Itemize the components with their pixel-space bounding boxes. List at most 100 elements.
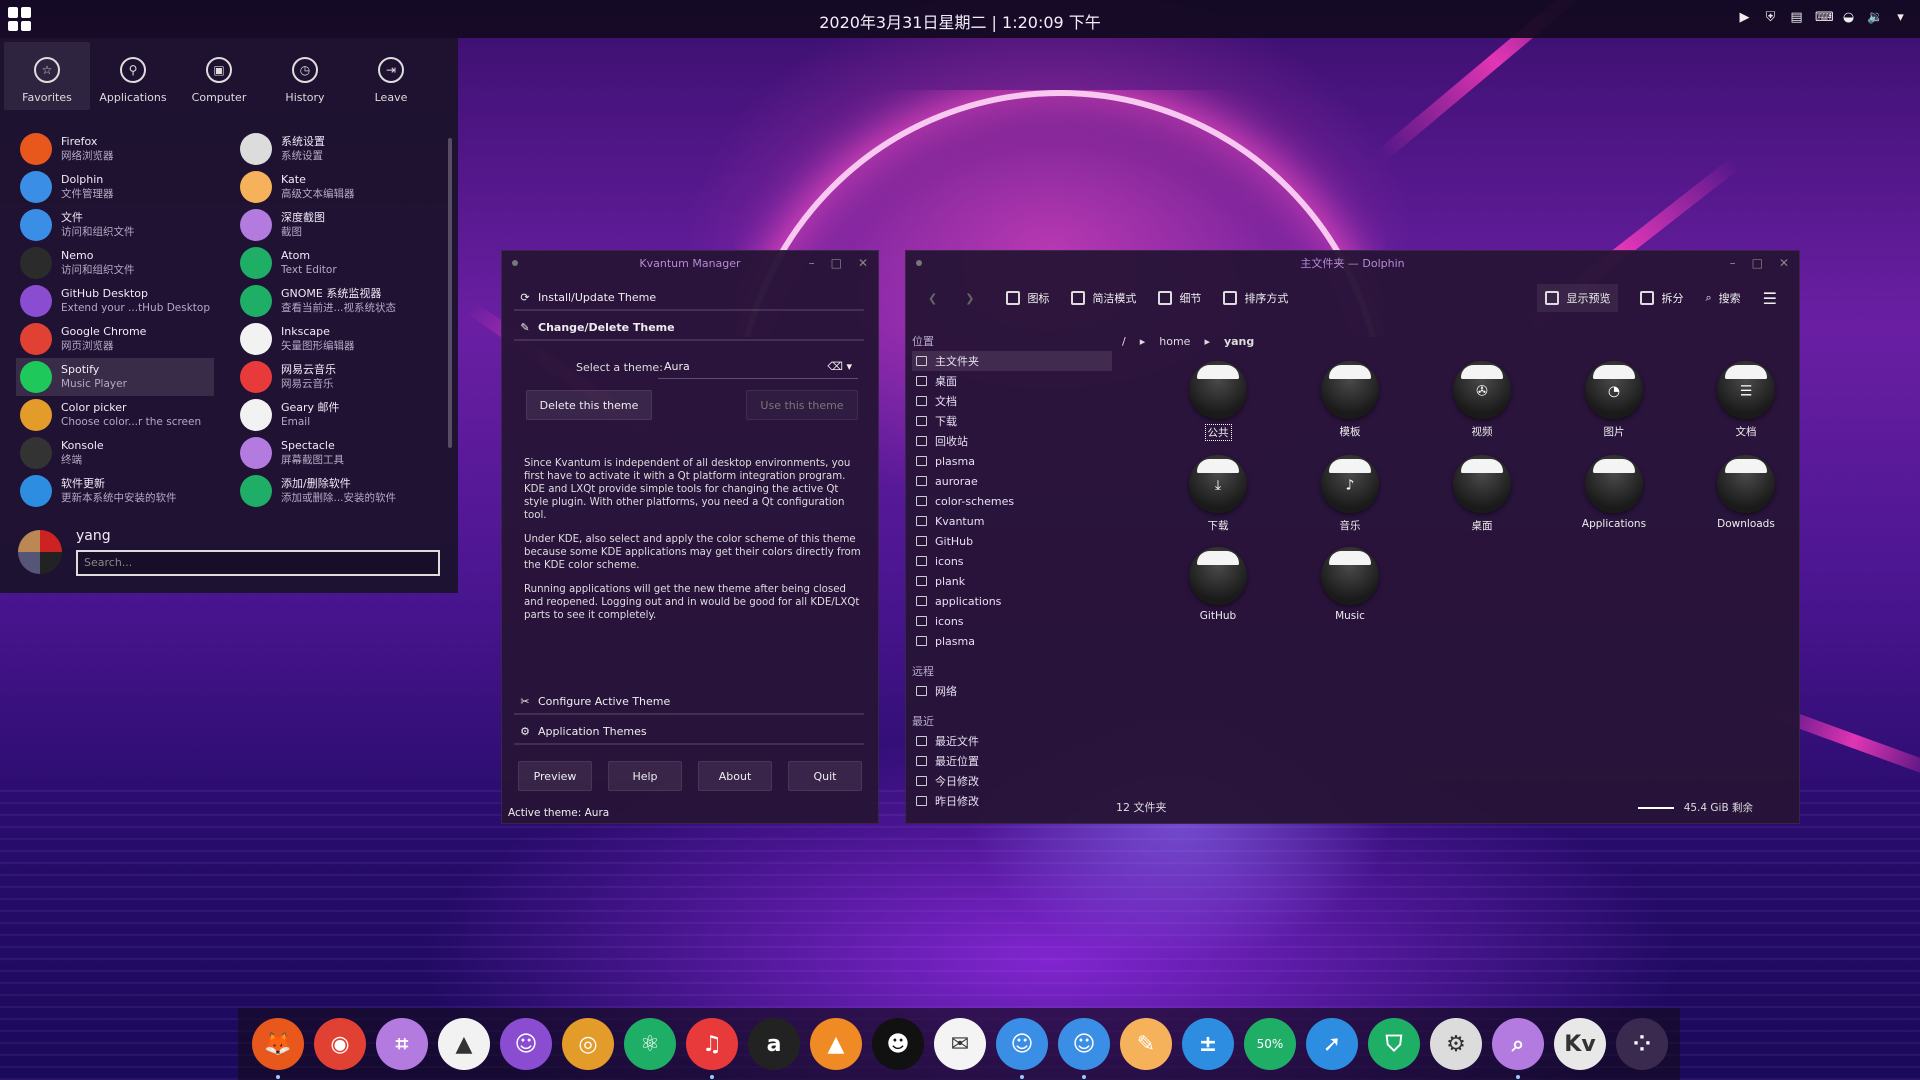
keyboard-icon[interactable]: ⌨ — [1815, 10, 1834, 25]
place-item[interactable]: 最近文件 — [912, 731, 1112, 751]
file-item[interactable]: ♪ 音乐 — [1284, 455, 1416, 533]
shield-icon[interactable]: ⛨ — [1763, 10, 1778, 25]
preview-button[interactable]: Preview — [518, 761, 592, 791]
file-item[interactable]: ✇ 视频 — [1416, 361, 1548, 441]
file-item[interactable]: GitHub — [1152, 547, 1284, 622]
tab-history[interactable]: ◷ History — [262, 42, 348, 110]
place-item[interactable]: 主文件夹 — [912, 351, 1112, 371]
app-item[interactable]: Kate 高级文本编辑器 — [236, 168, 446, 206]
app-item[interactable]: 文件 访问和组织文件 — [16, 206, 214, 244]
app-item[interactable]: 软件更新 更新本系统中安装的软件 — [16, 472, 214, 510]
network-icon[interactable]: ◒ — [1841, 10, 1856, 25]
maximize-icon[interactable]: □ — [1752, 256, 1763, 270]
place-item[interactable]: 网络 — [912, 681, 1112, 701]
volume-icon[interactable]: 🔉 — [1867, 10, 1883, 25]
minimize-icon[interactable]: – — [1730, 256, 1736, 270]
section-application-themes[interactable]: ⚙ Application Themes — [514, 719, 864, 745]
place-item[interactable]: 桌面 — [912, 371, 1112, 391]
theme-combobox[interactable]: Aura ⌫ ▾ — [658, 355, 858, 379]
section-install-theme[interactable]: ⟳ Install/Update Theme — [514, 285, 864, 311]
place-item[interactable]: applications — [912, 591, 1112, 611]
forward-icon[interactable]: ❯ — [965, 292, 974, 305]
colorpicker-icon[interactable]: ◎ — [562, 1018, 614, 1070]
tab-applications[interactable]: ⚲ Applications — [90, 42, 176, 110]
clock[interactable]: 2020年3月31日星期二 | 1:20:09 下午 — [0, 9, 1920, 33]
app-item[interactable]: Nemo 访问和组织文件 — [16, 244, 214, 282]
breadcrumb-yang[interactable]: yang — [1224, 335, 1254, 348]
search-button[interactable]: ⌕ 搜索 — [1705, 290, 1740, 306]
clipboard-icon[interactable]: ▤ — [1789, 10, 1804, 25]
place-item[interactable]: plasma — [912, 451, 1112, 471]
sort-button[interactable]: 排序方式 — [1223, 290, 1288, 306]
settings-icon[interactable]: ⚙ — [1430, 1018, 1482, 1070]
file-item[interactable]: Music — [1284, 547, 1416, 622]
geary-icon[interactable]: ✉ — [934, 1018, 986, 1070]
place-item[interactable]: plasma — [912, 631, 1112, 651]
app-item[interactable]: 深度截图 截图 — [236, 206, 446, 244]
app-item[interactable]: 系统设置 系统设置 — [236, 130, 446, 168]
split-button[interactable]: 拆分 — [1640, 290, 1683, 306]
tab-leave[interactable]: ⇥ Leave — [348, 42, 434, 110]
place-item[interactable]: 下载 — [912, 411, 1112, 431]
help-button[interactable]: Help — [608, 761, 682, 791]
tab-computer[interactable]: ▣ Computer — [176, 42, 262, 110]
breadcrumb-root[interactable]: / — [1122, 335, 1126, 348]
place-item[interactable]: 文档 — [912, 391, 1112, 411]
inkscape-icon[interactable]: ▲ — [438, 1018, 490, 1070]
update-icon[interactable]: ➚ — [1306, 1018, 1358, 1070]
preview-toggle-button[interactable]: 显示预览 — [1537, 284, 1619, 312]
atom-icon[interactable]: ⚛ — [624, 1018, 676, 1070]
back-icon[interactable]: ❮ — [928, 292, 937, 305]
calculator-icon[interactable]: ± — [1182, 1018, 1234, 1070]
finder-icon[interactable]: ☺ — [996, 1018, 1048, 1079]
app-item[interactable]: 添加/删除软件 添加或删除...安装的软件 — [236, 472, 446, 510]
chevron-down-icon[interactable]: ▾ — [1893, 10, 1908, 25]
place-item[interactable]: icons — [912, 611, 1112, 631]
search-input[interactable]: Search... — [76, 550, 440, 576]
sysmon-icon[interactable]: 50% — [1244, 1018, 1296, 1070]
file-item[interactable]: ⤓ 下载 — [1152, 455, 1284, 533]
spectacle-icon[interactable]: ⌕ — [1492, 1018, 1544, 1079]
more-icon[interactable]: ⁘ — [1616, 1018, 1668, 1070]
place-item[interactable]: Kvantum — [912, 511, 1112, 531]
app-item[interactable]: Atom Text Editor — [236, 244, 446, 282]
file-item[interactable]: ☰ 文档 — [1680, 361, 1812, 441]
section-configure-theme[interactable]: ✂ Configure Active Theme — [514, 689, 864, 715]
window-titlebar[interactable]: Kvantum Manager – □ ✕ — [502, 251, 878, 275]
place-item[interactable]: icons — [912, 551, 1112, 571]
place-item[interactable]: color-schemes — [912, 491, 1112, 511]
firefox-icon[interactable]: 🦊 — [252, 1018, 304, 1079]
place-item[interactable]: 回收站 — [912, 431, 1112, 451]
file-item[interactable]: Downloads — [1680, 455, 1812, 533]
avatar[interactable] — [18, 530, 62, 574]
hamburger-menu-icon[interactable]: ☰ — [1763, 289, 1777, 308]
place-item[interactable]: 今日修改 — [912, 771, 1112, 791]
tab-favorites[interactable]: ☆ Favorites — [4, 42, 90, 110]
breadcrumb-home[interactable]: home — [1159, 335, 1190, 348]
details-view-button[interactable]: 细节 — [1158, 290, 1201, 306]
dolphin-icon[interactable]: ☺ — [1058, 1018, 1110, 1079]
app-item[interactable]: Color picker Choose color...r the screen — [16, 396, 214, 434]
vlc-icon[interactable]: ▲ — [810, 1018, 862, 1070]
clear-icon[interactable]: ⌫ ▾ — [827, 360, 852, 373]
about-button[interactable]: About — [698, 761, 772, 791]
chrome-icon[interactable]: ◉ — [314, 1018, 366, 1070]
app-item[interactable]: Google Chrome 网页浏览器 — [16, 320, 214, 358]
netease-icon[interactable]: ♫ — [686, 1018, 738, 1079]
app-item[interactable]: Firefox 网络浏览器 — [16, 130, 214, 168]
launcher-scrollbar[interactable] — [448, 138, 452, 448]
app-item[interactable]: Spectacle 屏幕截图工具 — [236, 434, 446, 472]
software-icon[interactable]: ⛉ — [1368, 1018, 1420, 1070]
place-item[interactable]: 最近位置 — [912, 751, 1112, 771]
use-theme-button[interactable]: Use this theme — [746, 390, 858, 420]
app-item[interactable]: Dolphin 文件管理器 — [16, 168, 214, 206]
kvantum-icon[interactable]: Kv — [1554, 1018, 1606, 1070]
app-item[interactable]: GNOME 系统监视器 查看当前进...视系统状态 — [236, 282, 446, 320]
close-icon[interactable]: ✕ — [1779, 256, 1789, 270]
app-item[interactable]: Inkscape 矢量图形编辑器 — [236, 320, 446, 358]
kate-icon[interactable]: ✎ — [1120, 1018, 1172, 1070]
maximize-icon[interactable]: □ — [831, 256, 842, 270]
anki-icon[interactable]: a — [748, 1018, 800, 1070]
file-item[interactable]: 桌面 — [1416, 455, 1548, 533]
media-play-icon[interactable]: ▶ — [1737, 10, 1752, 25]
